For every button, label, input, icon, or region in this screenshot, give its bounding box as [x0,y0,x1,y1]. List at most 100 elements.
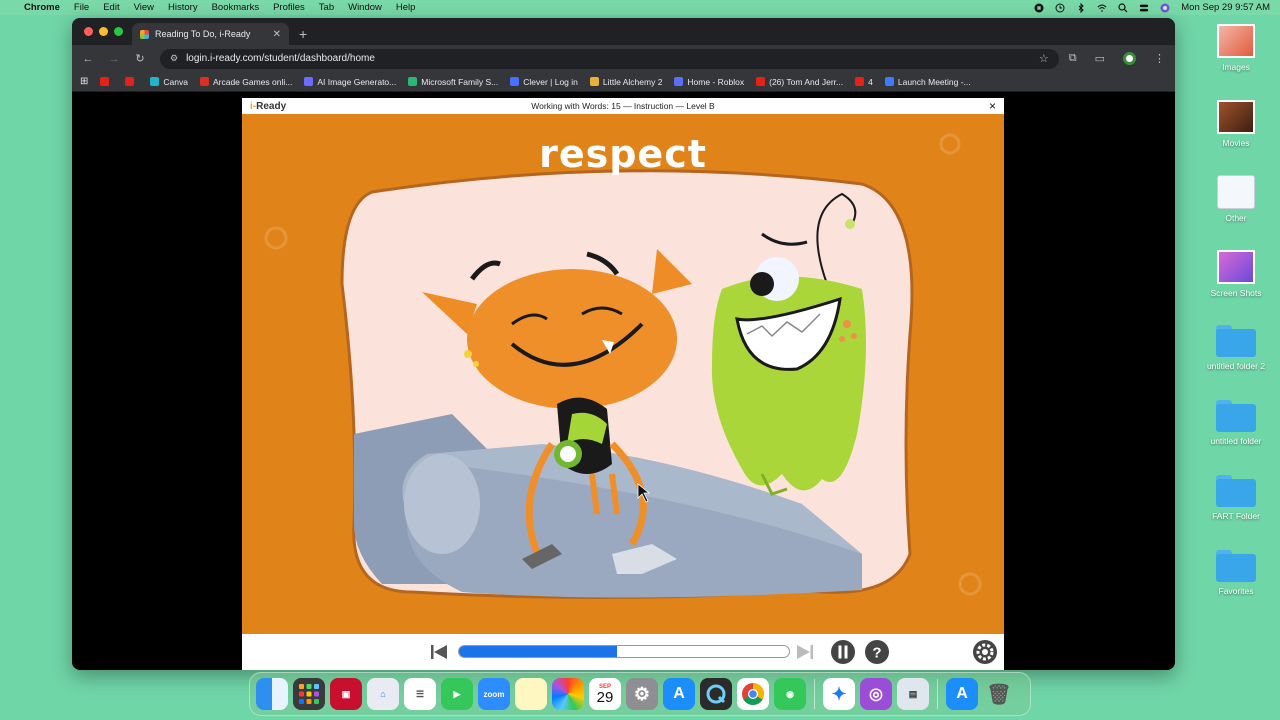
bookmark-item[interactable]: Microsoft Family S... [408,77,498,87]
desktop-item-label: untitled folder 2 [1206,361,1266,371]
chrome-menu-icon[interactable]: ⋮ [1154,52,1165,65]
calendar-dock-icon[interactable]: SEP 29 [589,678,621,710]
back-arrow-icon[interactable]: ← [82,53,94,65]
bluetooth-icon[interactable] [1076,2,1086,13]
menu-help[interactable]: Help [396,2,416,13]
bookmark-item[interactable]: AI Image Generato... [304,77,396,87]
menu-profiles[interactable]: Profiles [273,2,305,13]
app-store-dock-icon[interactable]: A [663,678,695,710]
desktop-item[interactable]: untitled folder 2 [1202,325,1270,371]
bookmark-item[interactable]: (26) Tom And Jerr... [756,77,843,87]
menu-bookmarks[interactable]: Bookmarks [212,2,260,13]
new-tab-icon[interactable]: + [299,26,307,42]
desktop-item[interactable]: Other [1202,175,1270,223]
bookmark-favicon-icon [304,77,314,86]
time-machine-icon[interactable] [1055,3,1065,13]
facetime-dock-icon[interactable]: ▶ [441,678,473,710]
bookmark-label: AI Image Generato... [317,76,397,87]
bookmark-item[interactable]: Launch Meeting -... [884,76,971,87]
app-store-tools-dock-icon[interactable]: ⌂ [367,678,399,710]
menubar-clock[interactable]: Mon Sep 29 9:57 AM [1181,2,1270,13]
wifi-icon[interactable] [1097,3,1107,13]
close-window-button[interactable] [84,27,93,36]
desktop-item[interactable]: untitled folder [1202,400,1270,446]
dock-separator-2 [937,679,938,709]
preview-dock-icon[interactable]: ▤ [897,678,929,710]
bookmark-item[interactable]: 4 [855,77,873,87]
bookmark-item[interactable]: Clever | Log in [510,77,578,87]
bookmark-item[interactable]: Home - Roblox [674,77,744,87]
chrome-logo-icon [742,683,764,705]
lesson-stage[interactable]: respect [242,114,1004,634]
quicktime-dock-icon[interactable] [700,678,732,710]
system-settings-dock-icon[interactable]: ⚙ [626,678,658,710]
menu-view[interactable]: View [134,2,154,13]
forward-button[interactable] [794,642,816,662]
launchpad-grid-icon [299,684,319,704]
menu-edit[interactable]: Edit [103,2,119,13]
app-store-downloads-dock-icon[interactable]: A [946,678,978,710]
profile-avatar-icon[interactable] [1123,52,1136,65]
menu-history[interactable]: History [168,2,198,13]
desktop-item[interactable]: Favorites [1202,550,1270,596]
bookmark-item[interactable]: Arcade Games onli... [199,77,292,87]
reminders-dock-icon[interactable]: ☰ [404,678,436,710]
menu-file[interactable]: File [74,2,89,13]
chrome-dock-icon[interactable] [737,678,769,710]
file-thumbnail-icon [1217,100,1255,134]
bookmark-star-icon[interactable]: ☆ [1039,52,1049,65]
trash-dock-icon[interactable]: 🗑 [983,678,1015,710]
desktop-item[interactable]: Screen Shots [1202,250,1270,298]
cast-icon[interactable]: ▭ [1095,52,1105,65]
zoom-dock-icon[interactable]: zoom [478,678,510,710]
notes-dock-icon[interactable] [515,678,547,710]
zoom-window-button[interactable] [114,27,123,36]
browser-tab-iready[interactable]: Reading To Do, i-Ready ✕ [132,23,289,45]
minimize-window-button[interactable] [99,27,108,36]
file-thumbnail-icon [1217,250,1255,284]
safari-dock-icon[interactable]: ✦ [823,678,855,710]
finder-dock-icon[interactable] [256,678,288,710]
help-button[interactable]: ? [864,639,890,665]
rewind-button[interactable] [428,642,450,662]
apps-grid-icon[interactable]: ⊞ [80,76,88,87]
photos-dock-icon[interactable] [552,678,584,710]
spotlight-search-icon[interactable] [1118,2,1128,13]
podcasts-dock-icon[interactable]: ◎ [860,678,892,710]
desktop-item[interactable]: Movies [1202,100,1270,148]
tab-close-icon[interactable]: ✕ [273,29,281,40]
file-thumbnail-icon [1217,175,1255,209]
siri-icon[interactable] [1160,3,1170,13]
close-lesson-icon[interactable]: × [989,99,996,113]
bookmark-item[interactable]: Little Alchemy 2 [589,77,662,87]
launchpad-dock-icon[interactable] [293,678,325,710]
menu-app-name[interactable]: Chrome [24,2,60,13]
screen-record-icon[interactable] [1034,3,1044,13]
reload-icon[interactable]: ↻ [134,52,146,65]
lesson-progress-bar[interactable] [458,645,790,658]
pause-button[interactable] [830,639,856,665]
bookmark-item[interactable] [125,77,138,86]
desktop-item[interactable]: FART Folder [1202,475,1270,521]
bookmark-label: Launch Meeting -... [897,76,971,87]
photo-booth-dock-icon[interactable]: ▣ [330,678,362,710]
extensions-icon[interactable]: ⧉ [1069,52,1077,65]
bookmarks-bar: ⊞ Canva Arcade Games onli... AI Image Gene… [72,72,1175,92]
find-my-dock-icon[interactable]: ◉ [774,678,806,710]
site-info-icon[interactable]: ⚙ [170,53,178,64]
bookmark-favicon-icon [756,77,766,86]
menu-window[interactable]: Window [348,2,382,13]
address-bar[interactable]: ⚙ login.i-ready.com/student/dashboard/ho… [160,48,1059,69]
bookmark-favicon-icon [150,77,160,86]
address-url[interactable]: login.i-ready.com/student/dashboard/home [186,53,1039,64]
bookmark-item[interactable]: Canva [150,77,188,87]
chrome-window: Reading To Do, i-Ready ✕ + ← → ↻ ⚙ login… [72,18,1175,670]
control-center-icon[interactable] [1139,3,1149,13]
desktop-item[interactable]: Images [1202,24,1270,72]
settings-button[interactable] [972,639,998,665]
tab-title: Reading To Do, i-Ready [155,29,251,39]
forward-arrow-icon[interactable]: → [108,53,120,65]
menu-tab[interactable]: Tab [319,2,334,13]
bookmark-item[interactable] [100,77,113,86]
player-controls: ? [242,634,1004,670]
